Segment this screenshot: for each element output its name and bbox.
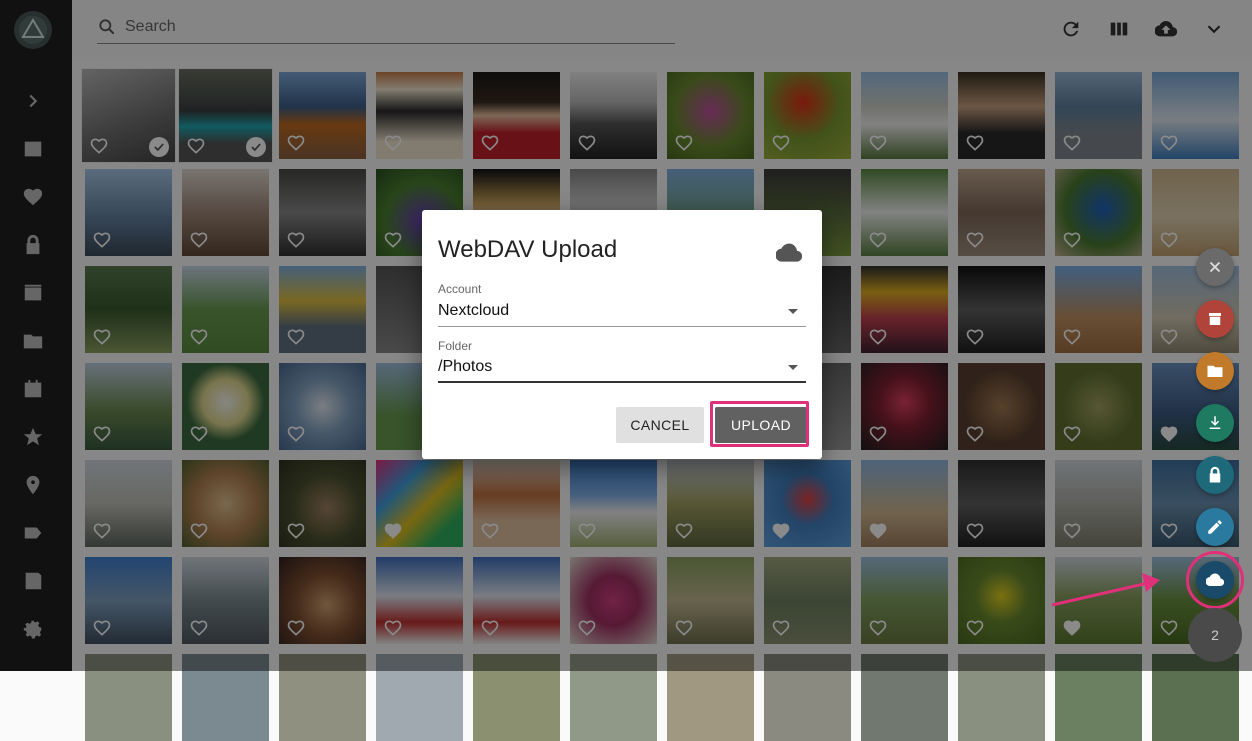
folder-select[interactable]: /Photos xyxy=(438,358,492,376)
cancel-button[interactable]: CANCEL xyxy=(616,407,704,443)
close-icon xyxy=(1209,261,1221,273)
account-select[interactable]: Nextcloud xyxy=(438,302,509,320)
cloud-icon xyxy=(776,243,802,262)
account-dropdown-arrow-icon[interactable] xyxy=(788,309,798,314)
archive-icon xyxy=(1209,313,1221,325)
download-icon xyxy=(1209,416,1221,429)
lock-icon xyxy=(1209,466,1221,483)
pencil-icon xyxy=(1208,520,1222,534)
folder-dropdown-arrow-icon[interactable] xyxy=(788,365,798,370)
folder-icon xyxy=(1207,365,1223,377)
archive-fab[interactable] xyxy=(1196,300,1234,338)
highlight-box xyxy=(710,401,809,447)
folder-label: Folder xyxy=(438,339,473,353)
highlight-circle xyxy=(1186,551,1244,609)
album-fab[interactable] xyxy=(1196,352,1234,390)
account-underline xyxy=(438,326,806,327)
folder-underline xyxy=(438,381,806,383)
close-fab[interactable] xyxy=(1196,248,1234,286)
dialog-title: WebDAV Upload xyxy=(438,236,618,263)
selection-count-fab[interactable]: 2 xyxy=(1188,608,1242,662)
account-label: Account xyxy=(438,282,482,296)
private-fab[interactable] xyxy=(1196,456,1234,494)
edit-fab[interactable] xyxy=(1196,508,1234,546)
download-fab[interactable] xyxy=(1196,404,1234,442)
